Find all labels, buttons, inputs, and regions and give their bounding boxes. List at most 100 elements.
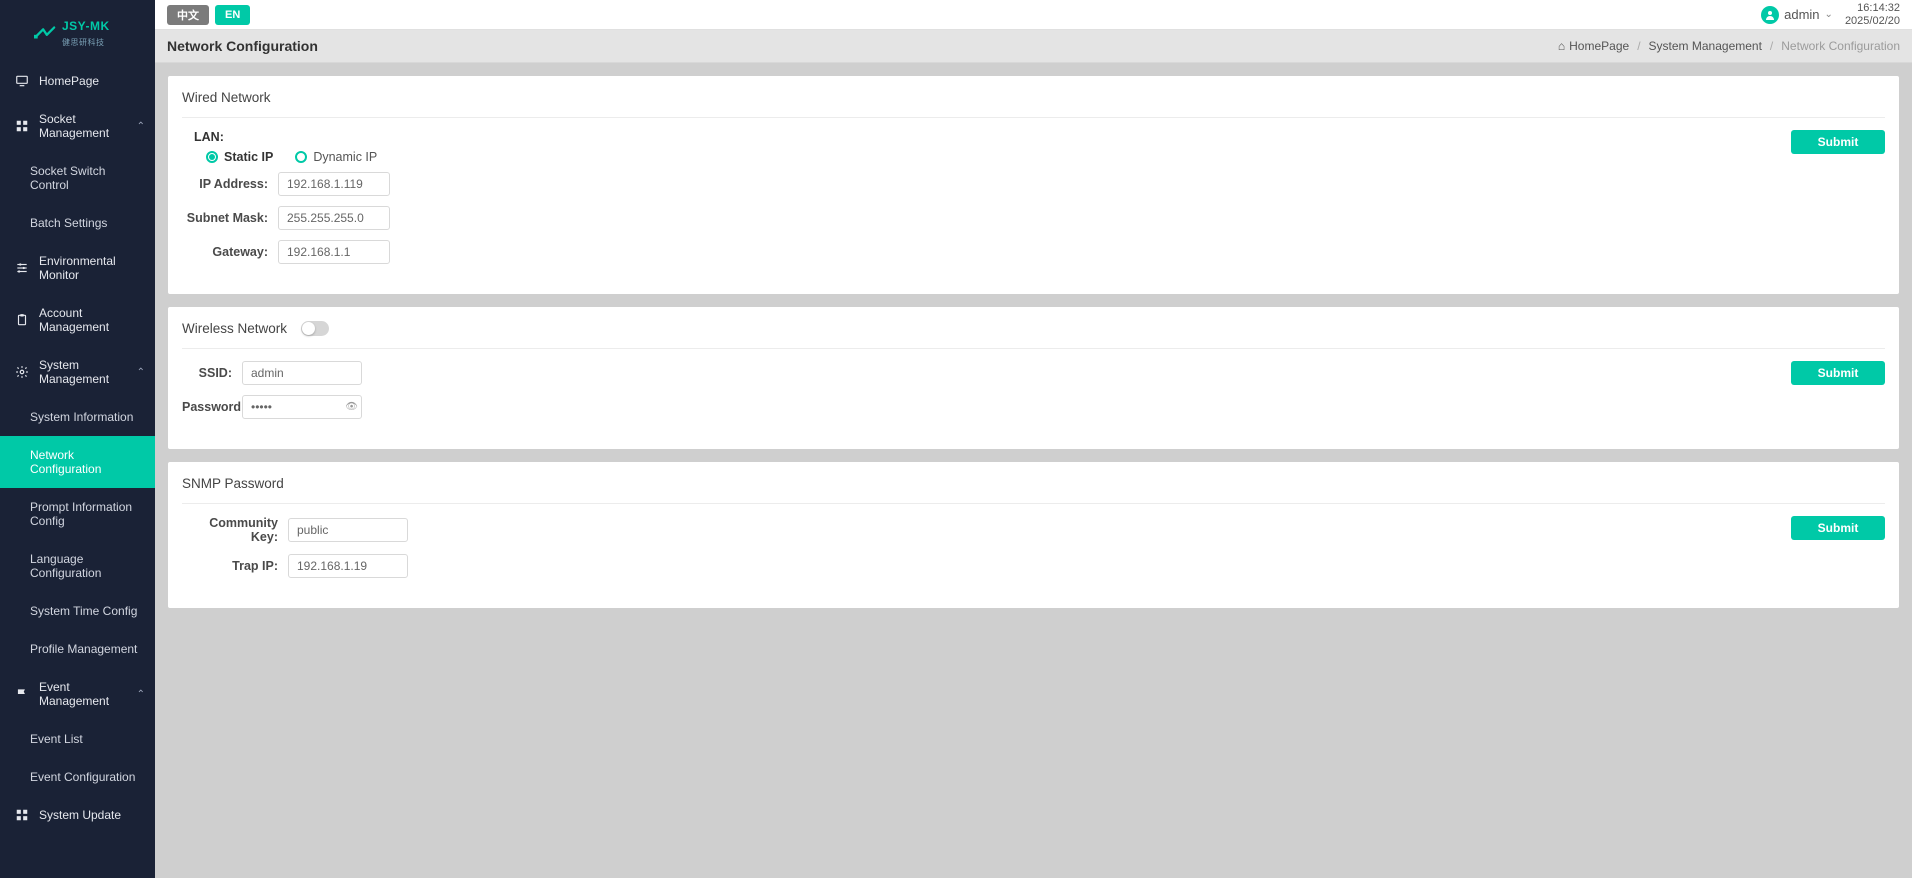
sidebar-item-system-time-config[interactable]: System Time Config [0, 592, 155, 630]
grid-icon [15, 119, 29, 133]
brand-logo: JSY-MK 健思研科技 [0, 0, 155, 62]
wireless-toggle[interactable] [301, 321, 329, 336]
wireless-network-card: Wireless Network SSID: Password: [168, 307, 1899, 449]
sidebar: JSY-MK 健思研科技 HomePageSocket Management⌃S… [0, 0, 155, 878]
radio-icon [295, 151, 307, 163]
trap-ip-label: Trap IP: [182, 559, 288, 573]
page-title: Network Configuration [167, 38, 318, 54]
sidebar-item-system-management[interactable]: System Management ⌃ [0, 346, 155, 398]
sidebar-item-label: System Time Config [30, 604, 137, 618]
logo-icon [34, 25, 56, 41]
sidebar-item-label: Network Configuration [30, 448, 145, 476]
sidebar-item-profile-management[interactable]: Profile Management [0, 630, 155, 668]
sidebar-item-label: Prompt Information Config [30, 500, 145, 528]
content: Wired Network LAN: Static IP Dynamic IP [155, 63, 1912, 621]
grid-icon [15, 808, 29, 822]
lan-label: LAN: [182, 130, 1791, 144]
topbar: 中文 EN admin ⌄ 16:14:32 2025/02/20 [155, 0, 1912, 30]
home-icon: ⌂ [1558, 39, 1565, 53]
clock-time: 16:14:32 [1845, 2, 1900, 15]
datetime: 16:14:32 2025/02/20 [1845, 2, 1900, 27]
sidebar-item-label: Language Configuration [30, 552, 145, 580]
sidebar-item-label: Event List [30, 732, 83, 746]
radio-static-ip[interactable]: Static IP [206, 150, 273, 164]
radio-icon [206, 151, 218, 163]
sidebar-item-event-configuration[interactable]: Event Configuration [0, 758, 155, 796]
ip-address-input[interactable] [278, 172, 390, 196]
sidebar-item-label: System Update [39, 808, 121, 822]
sidebar-item-system-update[interactable]: System Update [0, 796, 155, 834]
sidebar-item-environmental-monitor[interactable]: Environmental Monitor [0, 242, 155, 294]
lang-zh-button[interactable]: 中文 [167, 5, 209, 25]
user-menu[interactable]: admin ⌄ [1761, 6, 1833, 24]
sidebar-item-event-list[interactable]: Event List [0, 720, 155, 758]
sidebar-item-event-management[interactable]: Event Management ⌃ [0, 668, 155, 720]
sidebar-item-label: Profile Management [30, 642, 137, 656]
sidebar-item-account-management[interactable]: Account Management [0, 294, 155, 346]
subnet-mask-input[interactable] [278, 206, 390, 230]
sidebar-item-label: Socket Management [39, 112, 127, 140]
clock-date: 2025/02/20 [1845, 15, 1900, 28]
sidebar-item-socket-switch-control[interactable]: Socket Switch Control [0, 152, 155, 204]
chevron-down-icon: ⌄ [1825, 9, 1833, 20]
crumb-system-management[interactable]: System Management [1649, 39, 1762, 53]
sidebar-item-batch-settings[interactable]: Batch Settings [0, 204, 155, 242]
brand-name: JSY-MK [62, 19, 110, 33]
breadcrumb-bar: Network Configuration ⌂ HomePage / System… [155, 30, 1912, 63]
wireless-heading: Wireless Network [182, 321, 287, 336]
sidebar-item-label: HomePage [39, 74, 99, 88]
sidebar-item-socket-management[interactable]: Socket Management⌃ [0, 100, 155, 152]
community-key-label: Community Key: [182, 516, 288, 544]
sidebar-item-label: Batch Settings [30, 216, 107, 230]
sidebar-item-label: System Information [30, 410, 133, 424]
password-input[interactable] [242, 395, 362, 419]
snmp-heading: SNMP Password [182, 476, 1885, 504]
sidebar-item-homepage[interactable]: HomePage [0, 62, 155, 100]
clipboard-icon [15, 313, 29, 327]
sidebar-item-label: Event Configuration [30, 770, 135, 784]
breadcrumb: ⌂ HomePage / System Management / Network … [1558, 39, 1900, 53]
lang-en-button[interactable]: EN [215, 5, 250, 25]
crumb-home[interactable]: HomePage [1569, 39, 1629, 53]
chevron-icon: ⌃ [137, 367, 145, 378]
radio-dynamic-label: Dynamic IP [313, 150, 377, 164]
sidebar-item-label: System Management [39, 358, 127, 386]
crumb-sep: / [1637, 39, 1640, 53]
gateway-label: Gateway: [182, 245, 278, 259]
sidebar-item-label: Event Management [39, 680, 127, 708]
password-label: Password: [182, 400, 242, 414]
sidebar-item-system-information[interactable]: System Information [0, 398, 155, 436]
sidebar-item-network-configuration[interactable]: Network Configuration [0, 436, 155, 488]
wireless-submit-button[interactable]: Submit [1791, 361, 1885, 385]
wired-network-card: Wired Network LAN: Static IP Dynamic IP [168, 76, 1899, 294]
gear-icon [15, 365, 29, 379]
radio-dynamic-ip[interactable]: Dynamic IP [295, 150, 377, 164]
brand-sub: 健思研科技 [62, 38, 105, 47]
sidebar-item-label: Account Management [39, 306, 145, 334]
crumb-sep: / [1770, 39, 1773, 53]
user-name: admin [1784, 7, 1819, 22]
subnet-mask-label: Subnet Mask: [182, 211, 278, 225]
crumb-current: Network Configuration [1781, 39, 1900, 53]
chevron-icon: ⌃ [137, 689, 145, 700]
ssid-input[interactable] [242, 361, 362, 385]
ssid-label: SSID: [182, 366, 242, 380]
wired-heading: Wired Network [182, 90, 1885, 118]
monitor-icon [15, 74, 29, 88]
eye-icon[interactable]: 👁 [345, 402, 358, 413]
nav: HomePageSocket Management⌃Socket Switch … [0, 62, 155, 878]
sidebar-item-label: Environmental Monitor [39, 254, 145, 282]
wired-submit-button[interactable]: Submit [1791, 130, 1885, 154]
ip-address-label: IP Address: [182, 177, 278, 191]
avatar-icon [1761, 6, 1779, 24]
flag-icon [15, 687, 29, 701]
snmp-card: SNMP Password Community Key: Trap IP: Su… [168, 462, 1899, 608]
sidebar-item-language-configuration[interactable]: Language Configuration [0, 540, 155, 592]
sidebar-item-prompt-information-config[interactable]: Prompt Information Config [0, 488, 155, 540]
sliders-icon [15, 261, 29, 275]
community-key-input[interactable] [288, 518, 408, 542]
trap-ip-input[interactable] [288, 554, 408, 578]
sidebar-item-label: Socket Switch Control [30, 164, 145, 192]
gateway-input[interactable] [278, 240, 390, 264]
snmp-submit-button[interactable]: Submit [1791, 516, 1885, 540]
